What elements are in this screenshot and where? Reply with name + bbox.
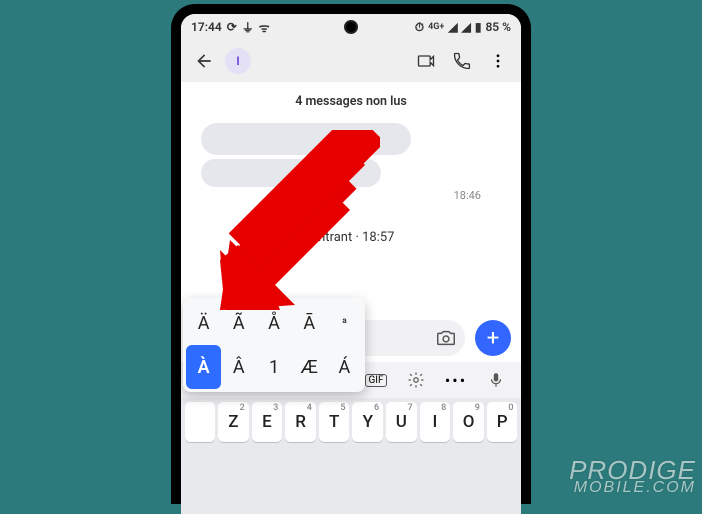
more-button[interactable]: ••• xyxy=(437,366,475,394)
unread-banner: 4 messages non lus xyxy=(181,90,521,119)
accent-key[interactable]: Ā xyxy=(292,301,327,345)
ellipsis-icon: ••• xyxy=(445,371,467,390)
wifi-icon: ᯤ xyxy=(259,19,270,36)
sync-icon: ⟳ xyxy=(227,20,237,34)
signal-icon: ◢ xyxy=(448,20,457,34)
alarm-icon: ⏱ xyxy=(415,20,424,35)
key-r[interactable]: R4 xyxy=(285,402,316,442)
watermark-line1: PRODIGE xyxy=(569,460,696,481)
plus-icon: + xyxy=(487,326,499,351)
app-bar: I xyxy=(181,40,521,82)
key-y[interactable]: Y6 xyxy=(352,402,383,442)
accent-key[interactable]: À xyxy=(186,345,221,389)
voice-call-button[interactable] xyxy=(447,46,477,76)
battery-icon: ▮ xyxy=(475,20,482,34)
network-badge: 4G+ xyxy=(428,22,444,32)
key-a[interactable] xyxy=(185,402,216,442)
signal-icon: ◢ xyxy=(462,20,471,34)
key-p[interactable]: P0 xyxy=(487,402,518,442)
phone-frame: 17:44 ⟳ ⏚ ᯤ ⏱ 4G+ ◢ ◢ ▮ 85 % I xyxy=(171,4,531,504)
video-icon xyxy=(416,51,436,71)
kebab-icon xyxy=(489,52,507,70)
key-i[interactable]: I8 xyxy=(420,402,451,442)
accent-key[interactable]: Ä xyxy=(186,301,221,345)
accent-popup: ÄÃÅĀª ÀÂ1ÆÁ xyxy=(183,298,365,392)
key-u[interactable]: U7 xyxy=(386,402,417,442)
accent-key[interactable]: Á xyxy=(327,345,362,389)
message-bubble[interactable] xyxy=(201,159,381,187)
accent-key[interactable]: Â xyxy=(221,345,256,389)
back-button[interactable] xyxy=(189,46,219,76)
gear-icon xyxy=(407,371,425,389)
key-e[interactable]: E3 xyxy=(252,402,283,442)
back-arrow-icon xyxy=(194,51,214,71)
video-call-button[interactable] xyxy=(411,46,441,76)
message-bubble[interactable] xyxy=(201,123,411,155)
message-timestamp: 18:46 xyxy=(181,189,521,202)
key-o[interactable]: O9 xyxy=(453,402,484,442)
accent-key[interactable]: ª xyxy=(327,301,362,345)
phone-icon xyxy=(452,51,472,71)
avatar-initial: I xyxy=(236,54,240,68)
key-z[interactable]: Z2 xyxy=(218,402,249,442)
avatar[interactable]: I xyxy=(225,48,251,74)
settings-button[interactable] xyxy=(397,366,435,394)
status-time: 17:44 xyxy=(191,20,222,34)
accent-key[interactable]: 1 xyxy=(256,345,291,389)
usb-icon: ⏚ xyxy=(242,19,254,36)
front-camera xyxy=(344,20,358,34)
accent-key[interactable]: Å xyxy=(256,301,291,345)
camera-icon xyxy=(435,327,457,349)
camera-button[interactable] xyxy=(435,327,457,349)
message-list[interactable]: 4 messages non lus 18:46 Appel vocal ent… xyxy=(181,82,521,253)
accent-key[interactable]: Æ xyxy=(292,345,327,389)
keyboard-row-1: Z2E3R4T5Y6U7I8O9P0 xyxy=(181,398,521,442)
mic-icon xyxy=(487,371,505,389)
key-t[interactable]: T5 xyxy=(319,402,350,442)
watermark: PRODIGE MOBILE.COM xyxy=(569,460,696,494)
add-button[interactable]: + xyxy=(475,320,511,356)
keyboard: Z2E3R4T5Y6U7I8O9P0 xyxy=(181,398,521,514)
gif-icon: GIF xyxy=(365,374,386,387)
watermark-line2: MOBILE.COM xyxy=(569,481,696,494)
accent-key[interactable]: Ã xyxy=(221,301,256,345)
call-log-entry[interactable]: Appel vocal entrant · 18:57 xyxy=(181,230,521,245)
menu-button[interactable] xyxy=(483,46,513,76)
battery-text: 85 % xyxy=(485,20,511,34)
status-bar: 17:44 ⟳ ⏚ ᯤ ⏱ 4G+ ◢ ◢ ▮ 85 % xyxy=(181,14,521,40)
screen: 17:44 ⟳ ⏚ ᯤ ⏱ 4G+ ◢ ◢ ▮ 85 % I xyxy=(181,14,521,514)
mic-button[interactable] xyxy=(477,366,515,394)
